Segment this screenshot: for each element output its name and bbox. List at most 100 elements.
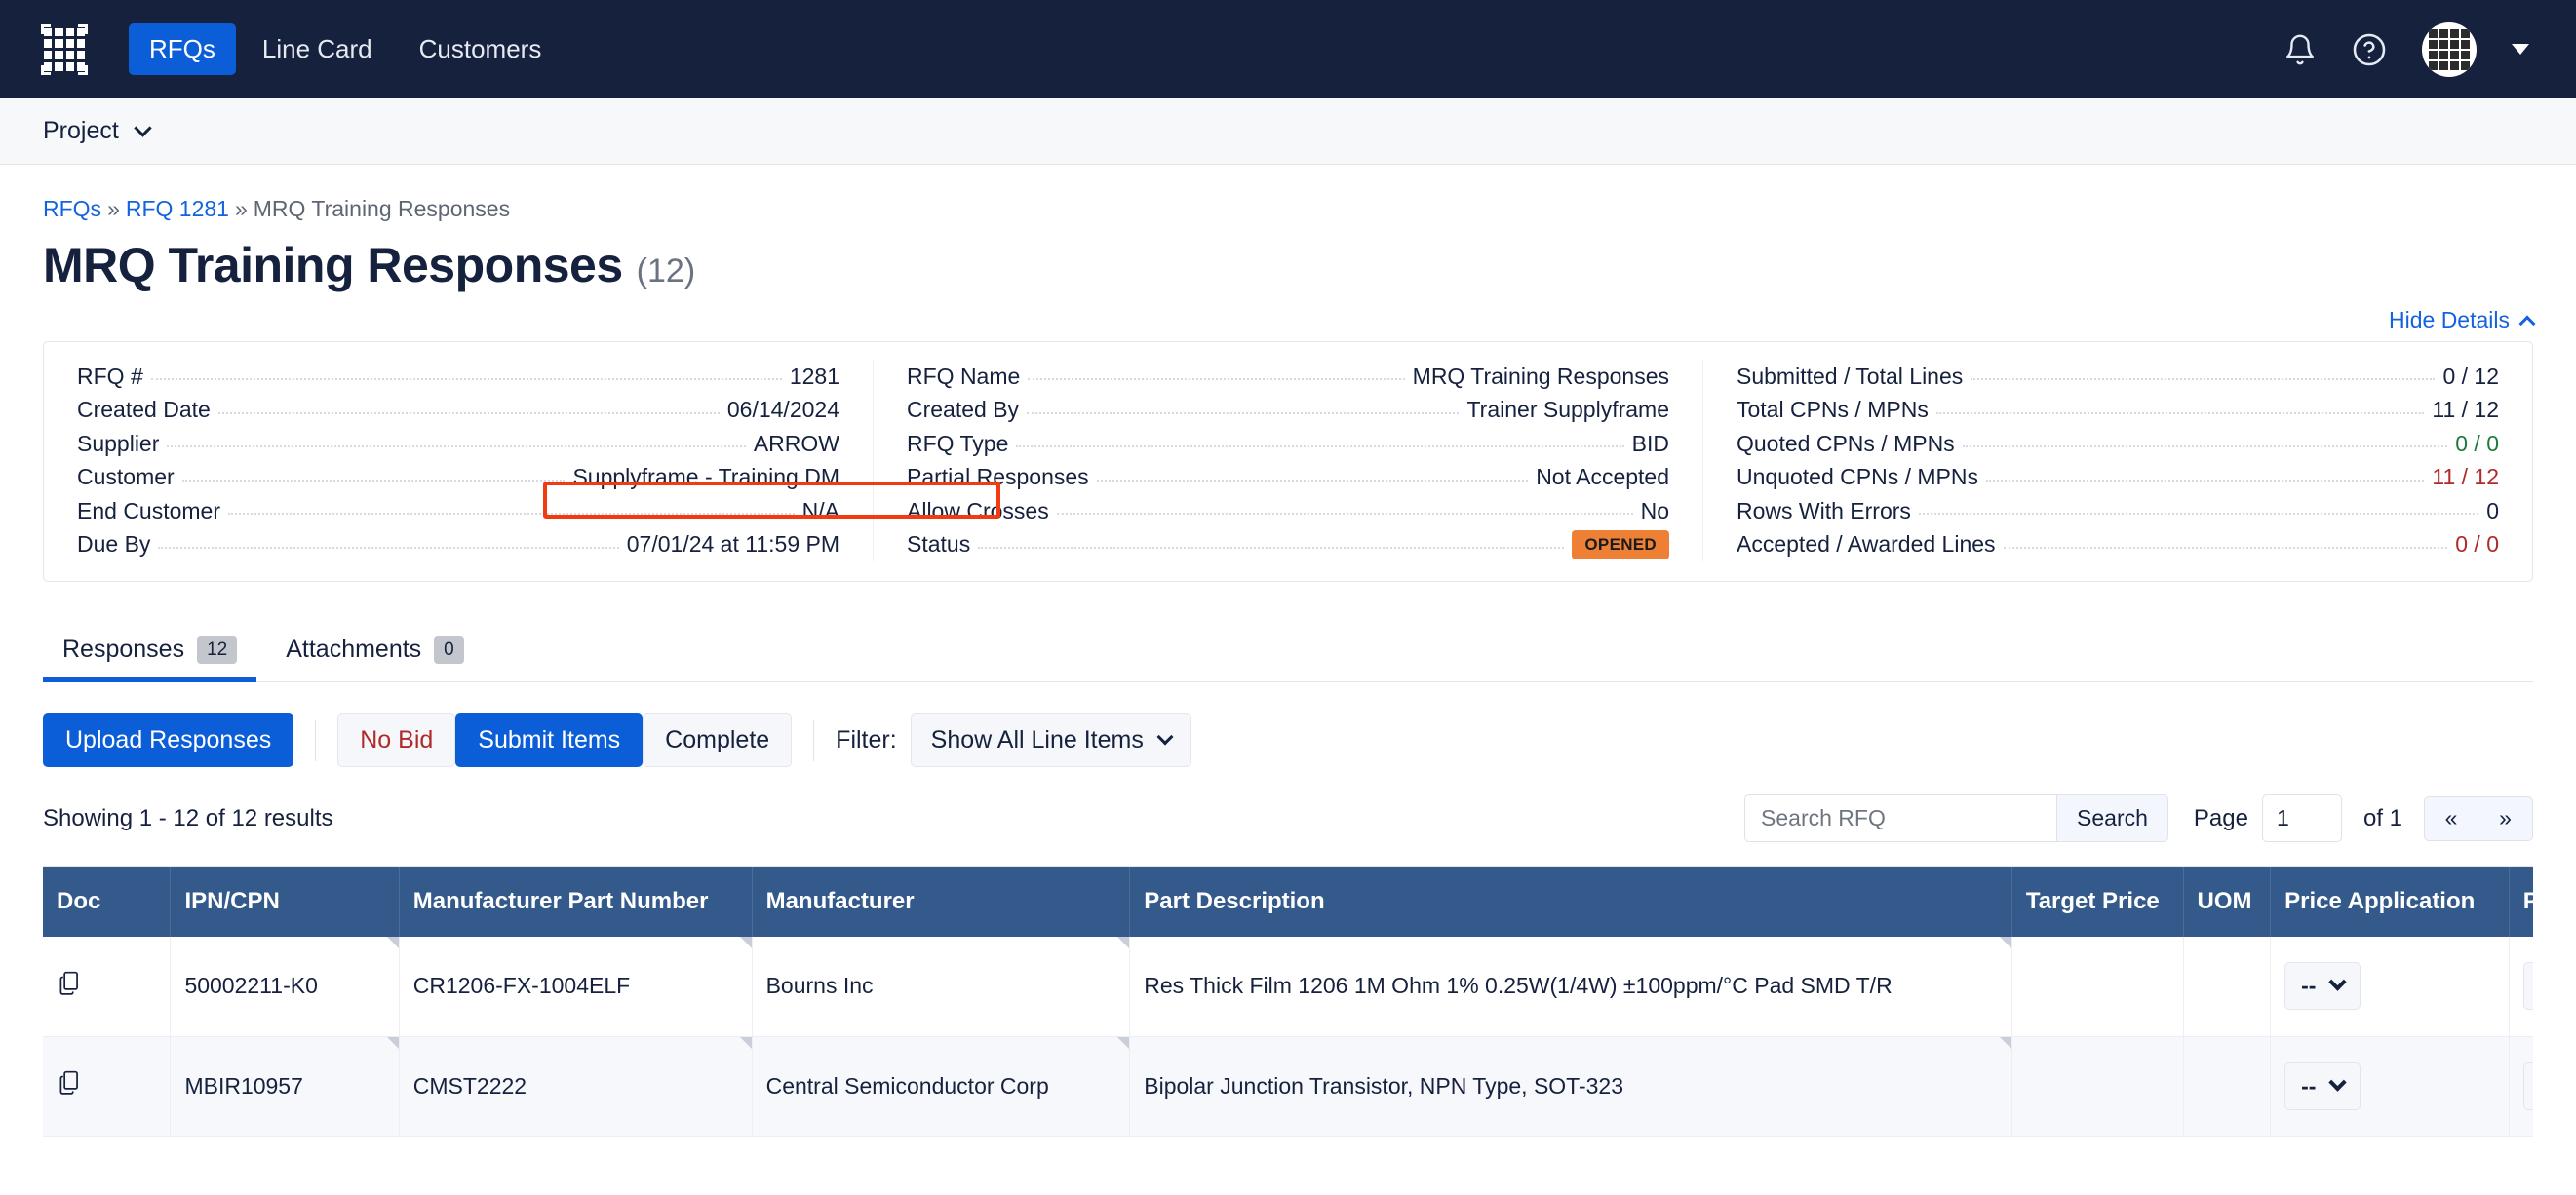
top-nav-actions [2283, 21, 2539, 77]
detail-key: RFQ Type [907, 430, 1009, 456]
leader-dots [1056, 513, 1633, 516]
cell-package-type[interactable]: -- [2509, 1036, 2533, 1137]
detail-key: Customer [77, 464, 175, 490]
column-header-target-price[interactable]: Target Price [2011, 867, 2184, 937]
detail-value: Trainer Supplyframe [1466, 397, 1669, 423]
details-column-1: RFQ # 1281 Created Date 06/14/2024 Suppl… [44, 360, 873, 561]
column-header-package-type[interactable]: Package T [2509, 867, 2533, 937]
actions-toolbar: Upload Responses No Bid Submit Items Com… [43, 713, 2533, 767]
status-badge: OPENED [1572, 529, 1669, 559]
breadcrumb-link-rfqs[interactable]: RFQs [43, 196, 101, 221]
detail-key: Total CPNs / MPNs [1737, 397, 1929, 423]
cell-price-application[interactable]: -- [2270, 937, 2510, 1037]
no-bid-button[interactable]: No Bid [337, 713, 456, 767]
help-circle-icon[interactable] [2352, 32, 2387, 67]
tab-attachments[interactable]: Attachments 0 [266, 626, 484, 682]
nav-item-rfqs[interactable]: RFQs [129, 23, 236, 75]
filter-dropdown[interactable]: Show All Line Items [910, 713, 1191, 767]
cell-manufacturer-part-number: CMST2222 [399, 1036, 753, 1137]
nav-item-customers[interactable]: Customers [399, 23, 563, 75]
detail-key: Created By [907, 397, 1020, 423]
project-dropdown[interactable]: Project [43, 117, 152, 145]
cell-text: Bourns Inc [765, 973, 874, 999]
tab-label: Responses [62, 636, 185, 663]
resize-corner-icon [1117, 1036, 1129, 1049]
grid-logo-icon[interactable] [37, 22, 92, 77]
leader-dots [1027, 411, 1460, 414]
breadcrumb-current: MRQ Training Responses [253, 196, 511, 221]
page-title-row: MRQ Training Responses (12) [43, 237, 2533, 293]
detail-row-rfq-type: RFQ Type BID [907, 427, 1669, 461]
leader-dots [1962, 445, 2448, 448]
leader-dots [978, 546, 1565, 549]
cell-ipn-cpn: 50002211-K0 [170, 937, 400, 1037]
breadcrumb-link-rfq-1281[interactable]: RFQ 1281 [126, 196, 229, 221]
detail-key: Supplier [77, 430, 160, 456]
page-content: RFQs» RFQ 1281» MRQ Training Responses MRQ… [0, 196, 2576, 1137]
leader-dots [150, 378, 782, 381]
bell-icon[interactable] [2283, 33, 2317, 66]
cell-manufacturer: Bourns Inc [752, 937, 1131, 1037]
copy-document-icon[interactable] [57, 970, 82, 1003]
package-type-dropdown[interactable]: -- [2522, 962, 2533, 1011]
cell-price-application[interactable]: -- [2270, 1036, 2510, 1137]
copy-document-icon[interactable] [57, 1069, 82, 1102]
leader-dots [1985, 479, 2425, 482]
submit-items-button[interactable]: Submit Items [455, 713, 644, 767]
detail-value: 1281 [789, 363, 839, 389]
detail-row-quoted-cpns-mpns: Quoted CPNs / MPNs 0 / 0 [1737, 427, 2499, 461]
detail-row-rows-with-errors: Rows With Errors 0 [1737, 494, 2499, 528]
detail-value: 0 / 12 [2442, 363, 2499, 389]
upload-responses-button[interactable]: Upload Responses [43, 713, 294, 767]
column-header-part-description[interactable]: Part Description [1129, 867, 2012, 937]
detail-value: No [1640, 497, 1669, 523]
cell-text: Bipolar Junction Transistor, NPN Type, S… [1144, 1072, 1623, 1099]
cell-doc[interactable] [43, 1036, 172, 1137]
last-page-button[interactable]: » [2478, 795, 2533, 841]
hide-details-toggle[interactable]: Hide Details [2389, 307, 2536, 333]
column-header-doc[interactable]: Doc [43, 867, 172, 937]
cell-ipn-cpn: MBIR10957 [170, 1036, 400, 1137]
detail-value: MRQ Training Responses [1412, 363, 1669, 389]
details-column-2: RFQ Name MRQ Training Responses Created … [873, 360, 1702, 561]
cell-doc[interactable] [43, 937, 172, 1037]
package-type-dropdown[interactable]: -- [2522, 1061, 2533, 1110]
cell-package-type[interactable]: -- [2509, 937, 2533, 1037]
responses-table-container[interactable]: Doc IPN/CPN Manufacturer Part Number Man… [43, 866, 2533, 1137]
column-header-ipn-cpn[interactable]: IPN/CPN [170, 867, 400, 937]
leader-dots [1971, 378, 2436, 381]
nav-item-line-card[interactable]: Line Card [242, 23, 393, 75]
search-group: Search [1744, 794, 2168, 842]
price-application-dropdown[interactable]: -- [2284, 1061, 2361, 1110]
leader-dots [228, 513, 795, 516]
search-button[interactable]: Search [2056, 794, 2168, 842]
column-header-manufacturer-part-number[interactable]: Manufacturer Part Number [399, 867, 753, 937]
resize-corner-icon [739, 937, 752, 948]
detail-row-created-date: Created Date 06/14/2024 [77, 394, 839, 428]
complete-button[interactable]: Complete [643, 713, 793, 767]
detail-key: Partial Responses [907, 464, 1089, 490]
project-label: Project [43, 117, 119, 144]
page-number-input[interactable] [2261, 794, 2342, 842]
column-header-uom[interactable]: UOM [2183, 867, 2272, 937]
tab-responses[interactable]: Responses 12 [43, 626, 257, 682]
search-input[interactable] [1744, 794, 2057, 842]
price-application-dropdown[interactable]: -- [2284, 962, 2361, 1011]
first-page-button[interactable]: « [2424, 795, 2478, 841]
leader-dots [1028, 378, 1405, 381]
detail-key: RFQ # [77, 363, 143, 389]
column-header-manufacturer[interactable]: Manufacturer [752, 867, 1131, 937]
detail-row-customer: Customer Supplyframe - Training DM [77, 461, 839, 495]
detail-value: 0 / 0 [2455, 430, 2499, 456]
detail-row-created-by: Created By Trainer Supplyframe [907, 394, 1669, 428]
breadcrumb-separator-2: » [234, 196, 248, 221]
detail-key: Quoted CPNs / MPNs [1737, 430, 1955, 456]
avatar[interactable] [2422, 21, 2477, 77]
chevron-down-icon[interactable] [2512, 44, 2529, 55]
hide-details-label: Hide Details [2389, 307, 2510, 332]
detail-value: N/A [801, 497, 839, 523]
leader-dots [217, 411, 720, 414]
leader-dots [167, 445, 746, 448]
page-title: MRQ Training Responses [43, 238, 623, 292]
column-header-price-application[interactable]: Price Application [2270, 867, 2510, 937]
